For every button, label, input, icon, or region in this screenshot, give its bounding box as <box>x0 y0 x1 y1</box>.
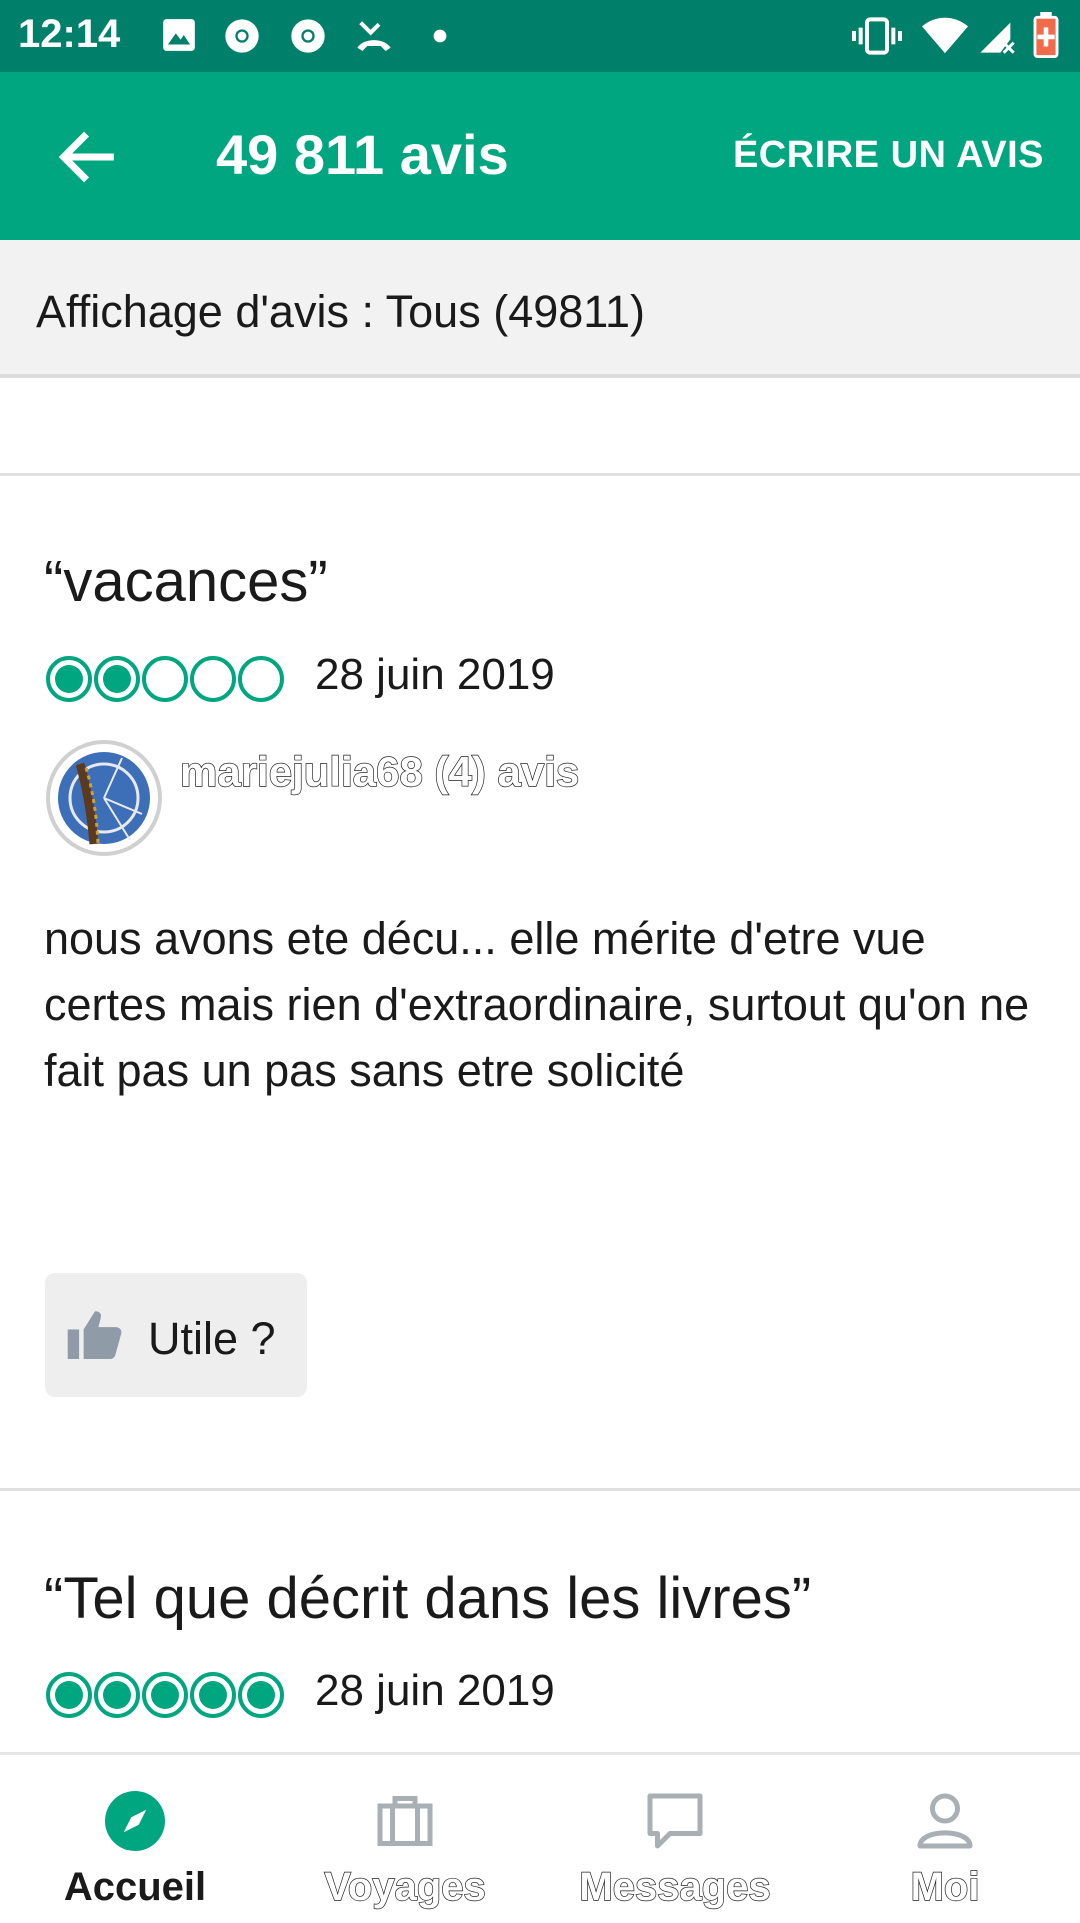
wifi-icon <box>922 17 968 54</box>
suitcase-icon <box>377 1796 433 1846</box>
battery-icon <box>1033 12 1059 58</box>
rating-bubble-fill <box>103 665 131 693</box>
signal-icon <box>980 22 1015 54</box>
divider <box>0 1488 1080 1491</box>
helpful-button[interactable]: Utile ? <box>45 1273 307 1397</box>
page-title: 49 811 avis <box>216 123 509 186</box>
rating-bubble-fill <box>55 665 83 693</box>
chrome-icon <box>291 19 325 53</box>
status-bar: 12:14 <box>0 0 1080 72</box>
write-review-button[interactable]: ÉCRIRE UN AVIS <box>733 134 1044 177</box>
review-title: “Tel que décrit dans les livres” <box>44 1566 812 1631</box>
divider <box>0 473 1080 476</box>
rating-bubble-fill <box>55 1681 83 1709</box>
image-icon <box>163 19 195 51</box>
nav-item-messages[interactable]: Messages <box>540 1755 810 1923</box>
compass-icon <box>105 1791 165 1851</box>
rating-bubble <box>238 656 284 702</box>
thumbs-up-icon <box>67 1311 122 1359</box>
nav-item-voyages[interactable]: Voyages <box>270 1755 540 1923</box>
rating-bubble-fill <box>151 1681 179 1709</box>
bottom-navigation: Accueil Voyages Messages Moi <box>0 1752 1080 1920</box>
rating-bubble-fill <box>199 1681 227 1709</box>
review-text: nous avons ete décu... elle mérite d'etr… <box>44 913 1030 1096</box>
back-arrow-icon[interactable] <box>52 122 122 192</box>
nav-label: Moi <box>910 1864 980 1909</box>
review-filter-bar[interactable]: Affichage d'avis : Tous (49811) <box>0 240 1080 378</box>
person-icon <box>917 1793 973 1849</box>
rating-bubble <box>190 656 236 702</box>
rating-bubbles <box>46 1672 284 1718</box>
review-author[interactable]: mariejulia68 (4) avis <box>179 747 580 796</box>
nav-label: Voyages <box>324 1864 487 1909</box>
rating-bubbles <box>46 656 284 702</box>
chrome-icon <box>225 19 259 53</box>
rating-bubble-fill <box>247 1681 275 1709</box>
review-filter-label: Affichage d'avis : Tous (49811) <box>36 286 645 337</box>
rating-bubble-fill <box>103 1681 131 1709</box>
nav-label: Messages <box>579 1864 772 1909</box>
dot-icon <box>433 29 447 43</box>
review-date: 28 juin 2019 <box>315 650 555 699</box>
vibrate-icon <box>852 17 902 55</box>
review-date: 28 juin 2019 <box>315 1666 555 1715</box>
message-icon <box>647 1793 703 1849</box>
status-time: 12:14 <box>18 12 121 56</box>
rating-bubble <box>142 656 188 702</box>
avatar[interactable] <box>46 740 162 856</box>
nav-label: Accueil <box>63 1865 207 1909</box>
avatar-image <box>58 752 150 845</box>
missed-call-icon <box>357 21 391 51</box>
helpful-label: Utile ? <box>148 1313 276 1364</box>
review-title: “vacances” <box>44 549 328 614</box>
app-bar: 49 811 avis ÉCRIRE UN AVIS <box>0 72 1080 240</box>
nav-item-moi[interactable]: Moi <box>810 1755 1080 1923</box>
nav-item-accueil[interactable]: Accueil <box>0 1755 270 1923</box>
